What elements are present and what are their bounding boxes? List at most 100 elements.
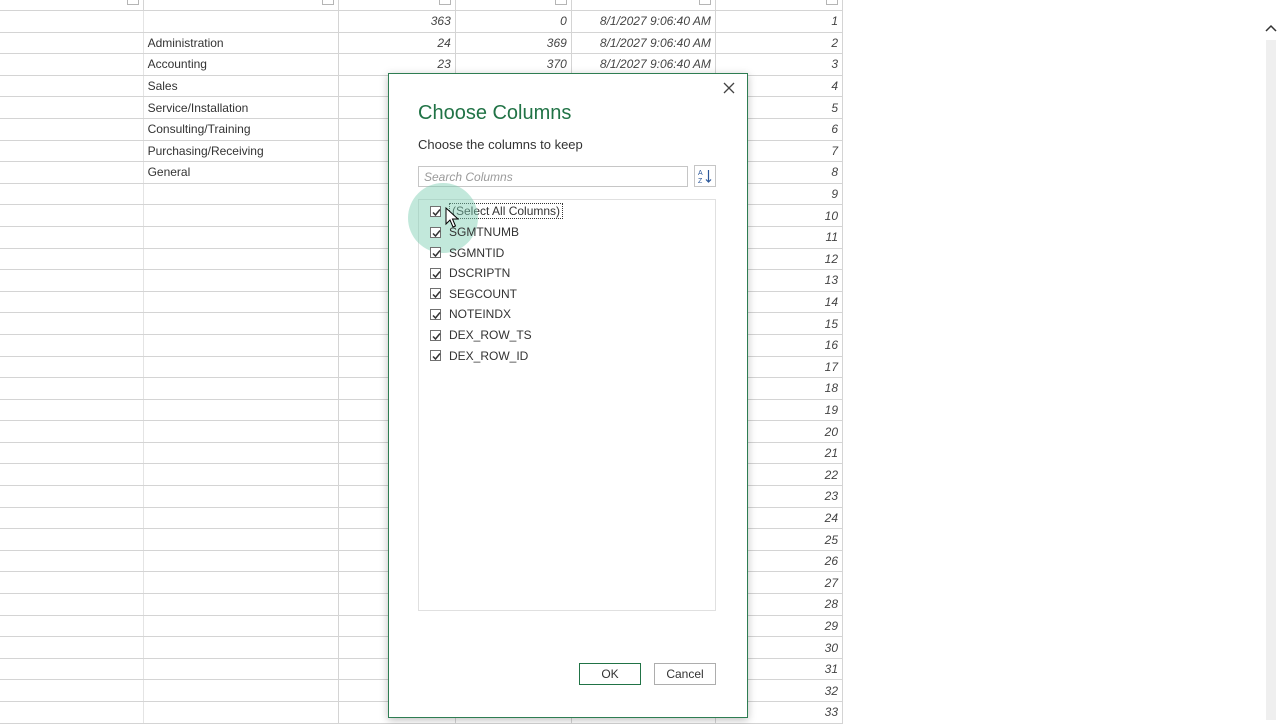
cell-dscriptn[interactable] (143, 312, 339, 335)
cell-blank[interactable] (0, 312, 144, 335)
column-item[interactable]: NOTEINDX (430, 305, 511, 323)
cell-dscriptn[interactable] (143, 550, 339, 573)
cell-dscriptn[interactable]: Sales (143, 75, 339, 98)
cell-blank[interactable] (0, 442, 144, 465)
cell-dscriptn[interactable] (143, 636, 339, 659)
cell-blank[interactable] (0, 140, 144, 163)
cell-dscriptn[interactable] (143, 356, 339, 379)
column-checkbox[interactable] (430, 288, 441, 300)
cell-noteindx[interactable]: 0 (455, 10, 572, 33)
column-item[interactable]: SGMNTID (430, 244, 504, 262)
cell-dscriptn[interactable] (143, 420, 339, 443)
cell-blank[interactable] (0, 679, 144, 702)
cell-dscriptn[interactable] (143, 248, 339, 271)
cell-blank[interactable] (0, 356, 144, 379)
cell-dscriptn[interactable] (143, 377, 339, 400)
cell-dscriptn[interactable] (143, 463, 339, 487)
chevron-up-icon[interactable] (1263, 20, 1279, 36)
cell-blank[interactable] (0, 118, 144, 141)
cell-dscriptn[interactable]: Consulting/Training (143, 118, 339, 141)
cell-blank[interactable] (0, 420, 144, 443)
cell-blank[interactable] (0, 463, 144, 487)
ok-button[interactable]: OK (579, 663, 641, 685)
column-header-dex-row-id[interactable] (715, 0, 844, 11)
cell-dscriptn[interactable]: General (143, 161, 339, 184)
filter-dropdown-icon[interactable] (321, 0, 334, 5)
filter-dropdown-icon[interactable] (438, 0, 451, 5)
cell-blank[interactable] (0, 53, 144, 76)
cell-blank[interactable] (0, 615, 144, 638)
cell-dscriptn[interactable] (143, 10, 339, 33)
cell-segcount[interactable]: 24 (338, 32, 456, 55)
cell-dscriptn[interactable] (143, 679, 339, 702)
cell-blank[interactable] (0, 593, 144, 616)
cell-dex-row-id[interactable]: 2 (715, 32, 844, 55)
filter-dropdown-icon[interactable] (698, 0, 711, 5)
filter-dropdown-icon[interactable] (126, 0, 139, 5)
cell-dex-row-ts[interactable]: 8/1/2027 9:06:40 AM (571, 32, 716, 55)
cell-dscriptn[interactable] (143, 291, 339, 314)
cell-blank[interactable] (0, 96, 144, 119)
cell-dscriptn[interactable]: Purchasing/Receiving (143, 140, 339, 163)
cell-dscriptn[interactable] (143, 334, 339, 357)
column-checkbox[interactable] (430, 247, 441, 259)
column-checkbox[interactable] (430, 350, 441, 362)
column-checkbox[interactable] (430, 226, 441, 238)
cell-blank[interactable] (0, 636, 144, 659)
column-header-noteindx[interactable] (455, 0, 572, 11)
cell-dex-row-id[interactable]: 1 (715, 10, 844, 33)
cell-dscriptn[interactable] (143, 204, 339, 227)
column-item[interactable]: DEX_ROW_TS (430, 326, 532, 344)
search-columns-input[interactable] (418, 166, 688, 187)
cell-dex-row-ts[interactable]: 8/1/2027 9:06:40 AM (571, 10, 716, 33)
cell-dscriptn[interactable] (143, 442, 339, 465)
cell-dscriptn[interactable] (143, 593, 339, 616)
column-item[interactable]: DEX_ROW_ID (430, 347, 528, 365)
cell-dscriptn[interactable] (143, 226, 339, 249)
cell-dscriptn[interactable] (143, 485, 339, 508)
cell-dscriptn[interactable]: Accounting (143, 53, 339, 76)
cell-blank[interactable] (0, 658, 144, 681)
cell-blank[interactable] (0, 528, 144, 551)
filter-dropdown-icon[interactable] (826, 0, 838, 5)
close-icon[interactable] (719, 78, 739, 98)
cell-dscriptn[interactable] (143, 615, 339, 638)
sort-az-icon[interactable]: A Z (694, 165, 716, 187)
cell-blank[interactable] (0, 571, 144, 595)
cell-dscriptn[interactable]: Service/Installation (143, 96, 339, 119)
filter-dropdown-icon[interactable] (554, 0, 567, 5)
cancel-button[interactable]: Cancel (654, 663, 716, 685)
cell-dscriptn[interactable] (143, 399, 339, 422)
cell-blank[interactable] (0, 377, 144, 400)
cell-noteindx[interactable]: 369 (455, 32, 572, 55)
cell-dscriptn[interactable] (143, 183, 339, 206)
cell-segcount[interactable]: 363 (338, 10, 456, 33)
column-checkbox[interactable] (430, 329, 441, 341)
cell-dscriptn[interactable] (143, 658, 339, 681)
cell-blank[interactable] (0, 32, 144, 55)
cell-dscriptn[interactable] (143, 571, 339, 595)
cell-dscriptn[interactable] (143, 269, 339, 292)
cell-blank[interactable] (0, 485, 144, 508)
cell-dscriptn[interactable] (143, 507, 339, 530)
column-header-dscriptn[interactable] (143, 0, 339, 11)
cell-blank[interactable] (0, 75, 144, 98)
cell-blank[interactable] (0, 204, 144, 227)
cell-blank[interactable] (0, 507, 144, 530)
cell-blank[interactable] (0, 248, 144, 271)
column-header-blank[interactable] (0, 0, 144, 11)
cell-dscriptn[interactable]: Administration (143, 32, 339, 55)
column-item[interactable]: SGMTNUMB (430, 223, 519, 241)
select-all-columns-item[interactable]: (Select All Columns) (408, 182, 564, 253)
cell-blank[interactable] (0, 226, 144, 249)
cell-blank[interactable] (0, 291, 144, 314)
column-header-dex-row-ts[interactable] (571, 0, 716, 11)
select-all-checkbox[interactable] (430, 205, 441, 217)
cell-dscriptn[interactable] (143, 528, 339, 551)
cell-blank[interactable] (0, 550, 144, 573)
cell-blank[interactable] (0, 161, 144, 184)
column-header-segcount[interactable] (338, 0, 456, 11)
cell-blank[interactable] (0, 334, 144, 357)
cell-blank[interactable] (0, 269, 144, 292)
column-checkbox[interactable] (430, 308, 441, 320)
